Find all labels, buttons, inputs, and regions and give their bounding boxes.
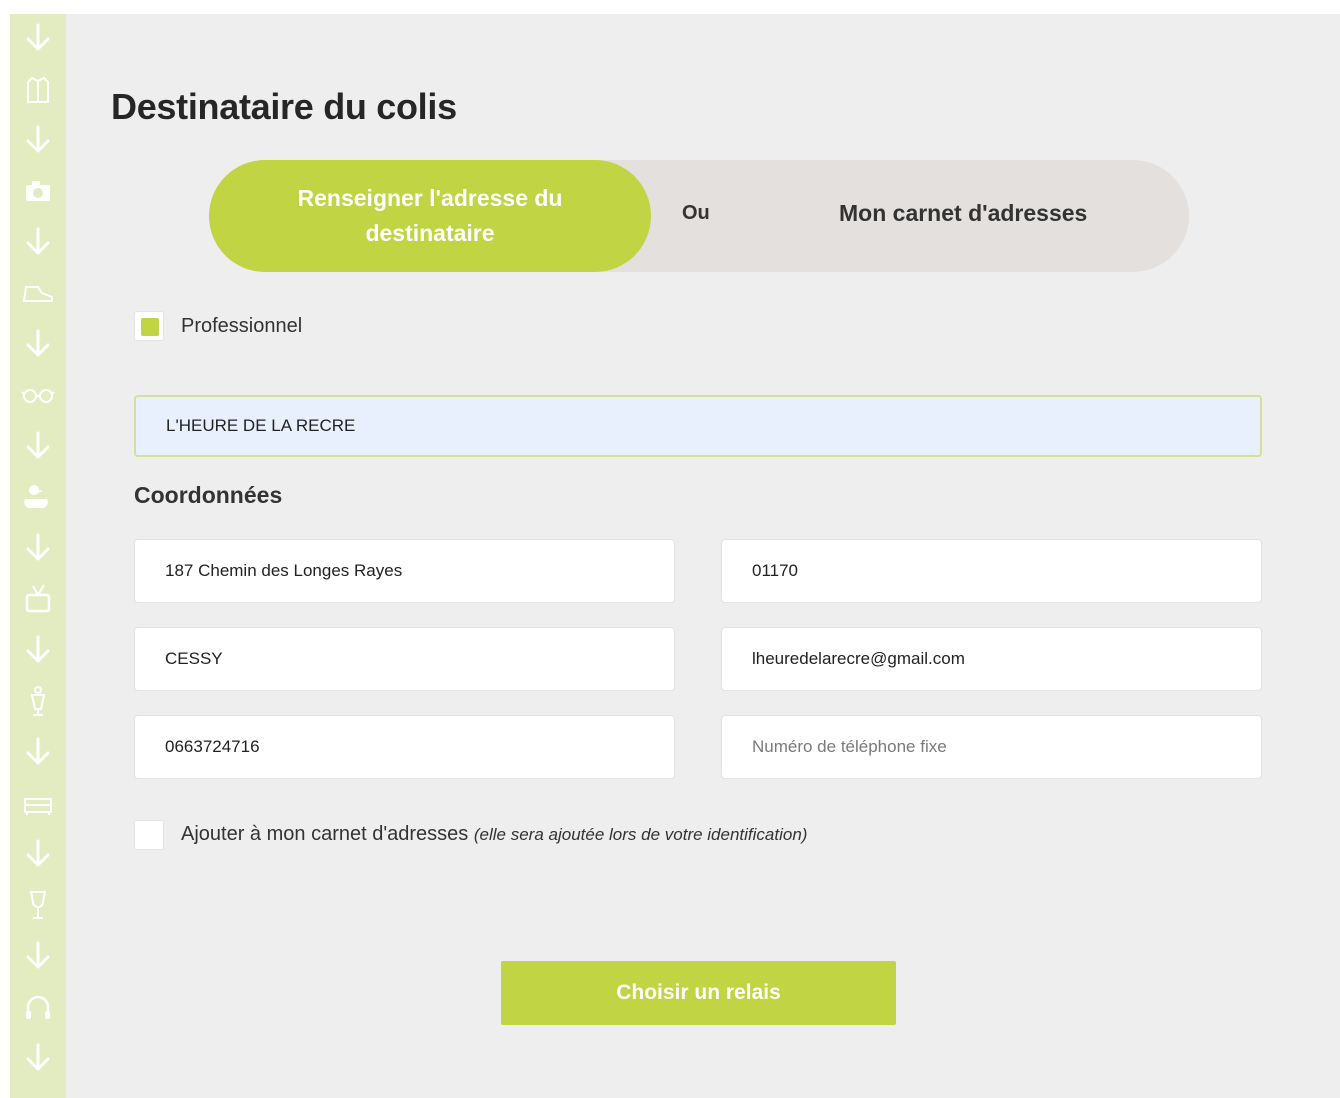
- add-to-address-book-note: (elle sera ajoutée lors de votre identif…: [473, 825, 808, 844]
- company-name-input[interactable]: [134, 395, 1262, 457]
- tab-address-book[interactable]: Mon carnet d'adresses: [839, 200, 1087, 227]
- lamp-icon: [20, 1091, 56, 1098]
- page-title: Destinataire du colis: [111, 86, 457, 127]
- arrow-down-icon: [20, 530, 56, 566]
- tab-enter-address-label: Renseigner l'adresse du destinataire: [297, 185, 563, 246]
- choose-relay-button[interactable]: Choisir un relais: [501, 961, 896, 1025]
- arrow-down-icon: [20, 428, 56, 464]
- landline-phone-input[interactable]: [721, 715, 1262, 779]
- address-mode-toggle: Renseigner l'adresse du destinataire Ou …: [209, 160, 1189, 272]
- email-input[interactable]: [721, 627, 1262, 691]
- tv-icon: [20, 581, 56, 617]
- duck-icon: [20, 479, 56, 515]
- headphones-icon: [20, 989, 56, 1025]
- address-input[interactable]: [134, 539, 675, 603]
- shoe-icon: [20, 275, 56, 311]
- add-to-address-book-text: Ajouter à mon carnet d'adresses: [181, 823, 469, 845]
- arrow-down-icon: [20, 938, 56, 974]
- arrow-down-icon: [20, 326, 56, 362]
- checkbox-checked-mark: [141, 318, 159, 336]
- add-to-address-book-checkbox[interactable]: [134, 820, 164, 850]
- decorative-sidebar: [10, 14, 66, 1098]
- glasses-icon: [20, 377, 56, 413]
- arrow-down-icon: [20, 1040, 56, 1076]
- wine-glass-icon: [20, 887, 56, 923]
- tab-enter-address[interactable]: Renseigner l'adresse du destinataire: [209, 160, 651, 272]
- city-input[interactable]: [134, 627, 675, 691]
- mannequin-icon: [20, 683, 56, 719]
- clothing-icon: [20, 71, 56, 107]
- arrow-down-icon: [20, 20, 56, 56]
- arrow-down-icon: [20, 836, 56, 872]
- camera-icon: [20, 173, 56, 209]
- professional-label: Professionnel: [181, 315, 303, 337]
- sofa-icon: [20, 785, 56, 821]
- recipient-panel: Destinataire du colis Renseigner l'adres…: [66, 14, 1340, 1098]
- arrow-down-icon: [20, 734, 56, 770]
- arrow-down-icon: [20, 632, 56, 668]
- mobile-phone-input[interactable]: [134, 715, 675, 779]
- postal-code-input[interactable]: [721, 539, 1262, 603]
- add-to-address-book-label: Ajouter à mon carnet d'adresses (elle se…: [181, 823, 807, 846]
- professional-checkbox[interactable]: [134, 311, 164, 341]
- toggle-separator: Ou: [682, 202, 710, 224]
- section-title-coordinates: Coordonnées: [134, 482, 283, 508]
- arrow-down-icon: [20, 224, 56, 260]
- arrow-down-icon: [20, 122, 56, 158]
